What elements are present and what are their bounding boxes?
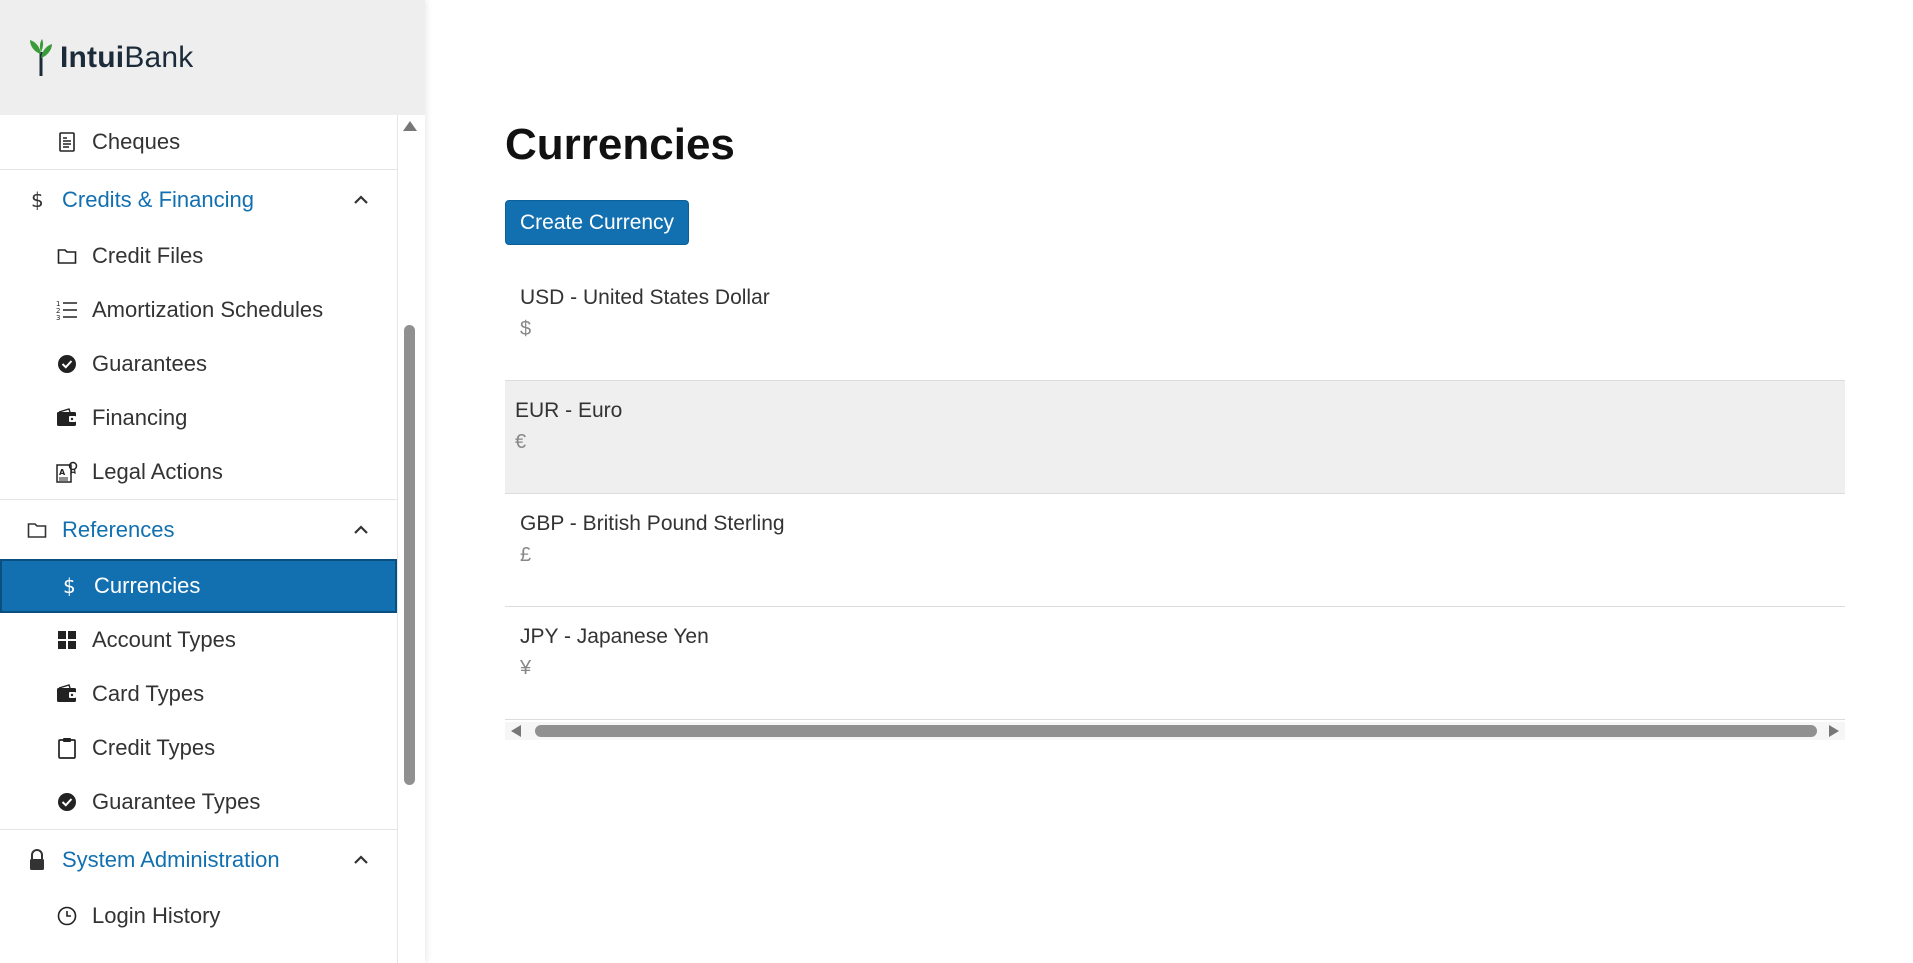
currency-label: EUR - Euro xyxy=(515,399,623,422)
svg-text:3: 3 xyxy=(56,314,60,321)
sidebar-group-label: Credits & Financing xyxy=(62,186,254,212)
sidebar-item-card-types[interactable]: Card Types xyxy=(0,667,397,721)
dollar-icon: $ xyxy=(58,575,80,597)
sidebar-item-label: Currencies xyxy=(94,573,201,598)
sidebar-item-label: Credit Files xyxy=(92,243,204,268)
chevron-up-icon[interactable] xyxy=(351,520,371,540)
sidebar-item-guarantees[interactable]: Guarantees xyxy=(0,337,397,391)
folder-icon xyxy=(56,245,78,267)
currency-symbol: $ xyxy=(520,318,532,340)
sidebar-item-account-types[interactable]: Account Types xyxy=(0,613,397,667)
sidebar-item-currencies[interactable]: $ Currencies xyxy=(0,559,397,613)
sidebar-item-guarantee-types[interactable]: Guarantee Types xyxy=(0,775,397,829)
scroll-left-arrow-icon[interactable] xyxy=(511,725,521,737)
sidebar-item-legal-actions[interactable]: A Legal Actions xyxy=(0,445,397,499)
sidebar-item-credit-files[interactable]: Credit Files xyxy=(0,229,397,283)
currency-symbol: ¥ xyxy=(520,657,532,679)
sidebar-item-label: Cheques xyxy=(92,129,181,154)
numbered-list-icon: 123 xyxy=(56,299,78,321)
currency-label: GBP - British Pound Sterling xyxy=(520,512,785,535)
sidebar-item-label: Amortization Schedules xyxy=(92,297,324,322)
sidebar-nav: Cheques $ Credits & Financing Credit Fil… xyxy=(0,115,398,963)
check-circle-icon xyxy=(56,791,78,813)
sidebar: IntuiBank Cheques $ Credits & Financing … xyxy=(0,0,425,963)
currency-symbol: £ xyxy=(520,544,532,566)
sidebar-item-credit-types[interactable]: Credit Types xyxy=(0,721,397,775)
scroll-right-arrow-icon[interactable] xyxy=(1829,725,1839,737)
sidebar-item-financing[interactable]: Financing xyxy=(0,391,397,445)
currency-label: JPY - Japanese Yen xyxy=(520,625,709,648)
sidebar-group-label: References xyxy=(62,516,175,542)
check-circle-icon xyxy=(56,353,78,375)
sidebar-item-label: Credit Types xyxy=(92,735,216,760)
list-item[interactable]: GBP - British Pound Sterling £ xyxy=(505,494,1845,607)
currency-label: USD - United States Dollar xyxy=(520,286,770,309)
clipboard-icon xyxy=(56,737,78,759)
currency-list: USD - United States Dollar $ EUR - Euro … xyxy=(505,268,1845,720)
sidebar-item-cheques[interactable]: Cheques xyxy=(0,115,397,169)
chevron-up-icon[interactable] xyxy=(351,190,371,210)
sidebar-item-label: Login History xyxy=(92,903,221,928)
main-content: Currencies Create Currency USD - United … xyxy=(505,0,1845,963)
sidebar-item-label: Guarantee Types xyxy=(92,789,261,814)
scroll-thumb[interactable] xyxy=(535,725,1817,737)
wallet-icon xyxy=(56,407,78,429)
list-item[interactable]: EUR - Euro € xyxy=(505,381,1845,494)
dollar-icon: $ xyxy=(26,189,48,211)
sidebar-item-label: Legal Actions xyxy=(92,459,223,484)
clock-icon xyxy=(56,905,78,927)
folder-icon xyxy=(26,519,48,541)
sidebar-item-login-history[interactable]: Login History xyxy=(0,889,397,943)
scroll-up-arrow-icon[interactable] xyxy=(403,121,417,131)
sidebar-group-credits-financing[interactable]: $ Credits & Financing xyxy=(0,169,397,229)
wallet-icon xyxy=(56,683,78,705)
list-item[interactable]: JPY - Japanese Yen ¥ xyxy=(505,607,1845,720)
intuibank-logo-icon xyxy=(28,38,54,78)
sidebar-item-label: Card Types xyxy=(92,681,205,706)
scroll-thumb[interactable] xyxy=(404,325,415,785)
legal-document-icon: A xyxy=(56,461,78,483)
lock-icon xyxy=(26,848,48,871)
sidebar-item-label: Financing xyxy=(92,405,188,430)
list-item[interactable]: USD - United States Dollar $ xyxy=(505,268,1845,381)
currency-symbol: € xyxy=(515,431,527,453)
sidebar-item-label: Account Types xyxy=(92,627,236,652)
horizontal-scrollbar[interactable] xyxy=(505,722,1845,740)
page-title: Currencies xyxy=(505,120,735,169)
svg-text:$: $ xyxy=(31,189,44,211)
svg-text:$: $ xyxy=(63,575,76,597)
svg-text:A: A xyxy=(59,468,66,477)
grid-icon xyxy=(56,629,78,651)
sidebar-group-label: System Administration xyxy=(62,846,280,872)
brand-header: IntuiBank xyxy=(0,0,425,115)
sidebar-item-amortization-schedules[interactable]: 123 Amortization Schedules xyxy=(0,283,397,337)
brand-name: IntuiBank xyxy=(60,40,194,74)
sidebar-item-label: Guarantees xyxy=(92,351,207,376)
cheque-icon xyxy=(56,131,78,153)
sidebar-group-system-administration[interactable]: System Administration xyxy=(0,829,397,889)
sidebar-group-references[interactable]: References xyxy=(0,499,397,559)
create-currency-button[interactable]: Create Currency xyxy=(505,200,690,245)
sidebar-scrollbar[interactable] xyxy=(398,115,422,963)
chevron-up-icon[interactable] xyxy=(351,850,371,870)
